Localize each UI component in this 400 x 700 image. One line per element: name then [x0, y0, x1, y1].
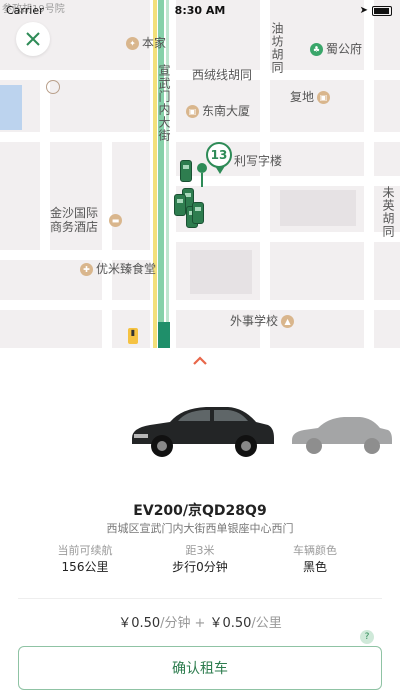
transit-icon: ▮ [128, 328, 138, 344]
poi-dongnan[interactable]: ▣ 东南大厦 [186, 104, 250, 118]
road [0, 250, 150, 260]
car-marker[interactable] [180, 160, 192, 182]
poi-marker-icon: ✦ [126, 36, 139, 50]
clock: 8:30 AM [174, 4, 226, 17]
location-arrow-icon: ➤ [359, 5, 368, 16]
pickup-address: 西城区宣武门内大街西单银座中心西门 [106, 522, 294, 535]
road [0, 300, 400, 310]
road [364, 0, 374, 348]
building-block [280, 190, 356, 226]
poi-marker-icon: ▣ [186, 104, 199, 118]
water-area [0, 85, 22, 130]
car-stats: 当前可续航 156公里 距3米 步行0分钟 车辆颜色 黑色 [30, 544, 370, 575]
poi-fudi[interactable]: 复地 ▣ [290, 90, 331, 104]
street-label-youfang: 油坊胡同 [270, 22, 284, 74]
poi-marker-icon: ▣ [317, 90, 331, 104]
poi-benjia[interactable]: ✦ 本家 [126, 36, 166, 50]
car-image-next[interactable] [288, 410, 392, 458]
help-icon[interactable]: ? [360, 630, 374, 644]
stat-range: 当前可续航 156公里 [57, 544, 113, 574]
price-per-km: ￥0.50 [209, 616, 252, 631]
pricing: ￥0.50/分钟 + ￥0.50/公里 [0, 612, 400, 631]
road [40, 70, 50, 250]
poi-shubaogongyu[interactable]: ♣ 蜀公府 [310, 42, 362, 56]
school-icon: ▲ [281, 314, 295, 328]
location-pin-icon [197, 163, 207, 187]
close-icon [26, 32, 40, 46]
price-plus: + [194, 616, 206, 631]
main-avenue [150, 0, 176, 348]
battery-icon [372, 5, 392, 16]
car-marker[interactable] [192, 202, 204, 224]
road [0, 132, 400, 142]
price-per-minute-unit: /分钟 [160, 616, 191, 631]
restaurant-icon: ✚ [80, 262, 93, 276]
street-label-xuanwumen: 宣武门内大街 [157, 64, 171, 142]
street-label-xiyongxian: 西绒线胡同 [192, 68, 253, 82]
chevron-up-icon [193, 356, 207, 365]
poi-waishi[interactable]: 外事学校 ▲ [230, 314, 295, 328]
road-segment-highlight [158, 322, 170, 348]
street-label-weiying: 未英胡同 [381, 186, 395, 238]
car-detail-sheet: EV200/京QD28Q9 西城区宣武门内大街西单银座中心西门 当前可续航 15… [0, 348, 400, 700]
poi-youmi[interactable]: ✚ 优米臻食堂 [80, 262, 156, 276]
map-view[interactable]: ▮ 参政胡19号院 ✦ 本家 宣武门内大街 西绒线胡同 ▣ 东南大厦 油坊胡同 … [0, 0, 400, 348]
confirm-rental-button[interactable]: 确认租车 [18, 646, 382, 690]
poi-jinsha[interactable]: 金沙国际商务酒店 ▬ [50, 206, 122, 234]
park-icon: ♣ [310, 42, 323, 56]
status-bar: Carrier 8:30 AM ➤ [0, 0, 400, 22]
close-button[interactable] [16, 22, 50, 56]
price-per-minute: ￥0.50 [118, 616, 161, 631]
road [102, 132, 112, 348]
car-carousel[interactable] [0, 388, 400, 478]
building-block [190, 250, 252, 294]
expand-sheet-button[interactable] [190, 356, 210, 370]
poi-label-lixiezi: 利写字楼 [234, 154, 283, 168]
road [260, 0, 270, 348]
car-cluster-marker[interactable]: 13 [206, 142, 232, 174]
car-image-selected[interactable] [126, 398, 276, 462]
hotel-icon: ▬ [109, 213, 122, 227]
divider [18, 598, 382, 599]
car-marker[interactable] [174, 194, 186, 216]
stat-color: 车辆颜色 黑色 [293, 544, 337, 574]
poi-marker-icon [46, 80, 60, 94]
stat-distance: 距3米 步行0分钟 [172, 544, 228, 574]
car-plate: EV200/京QD28Q9 [133, 503, 267, 519]
price-per-km-unit: /公里 [251, 616, 282, 631]
